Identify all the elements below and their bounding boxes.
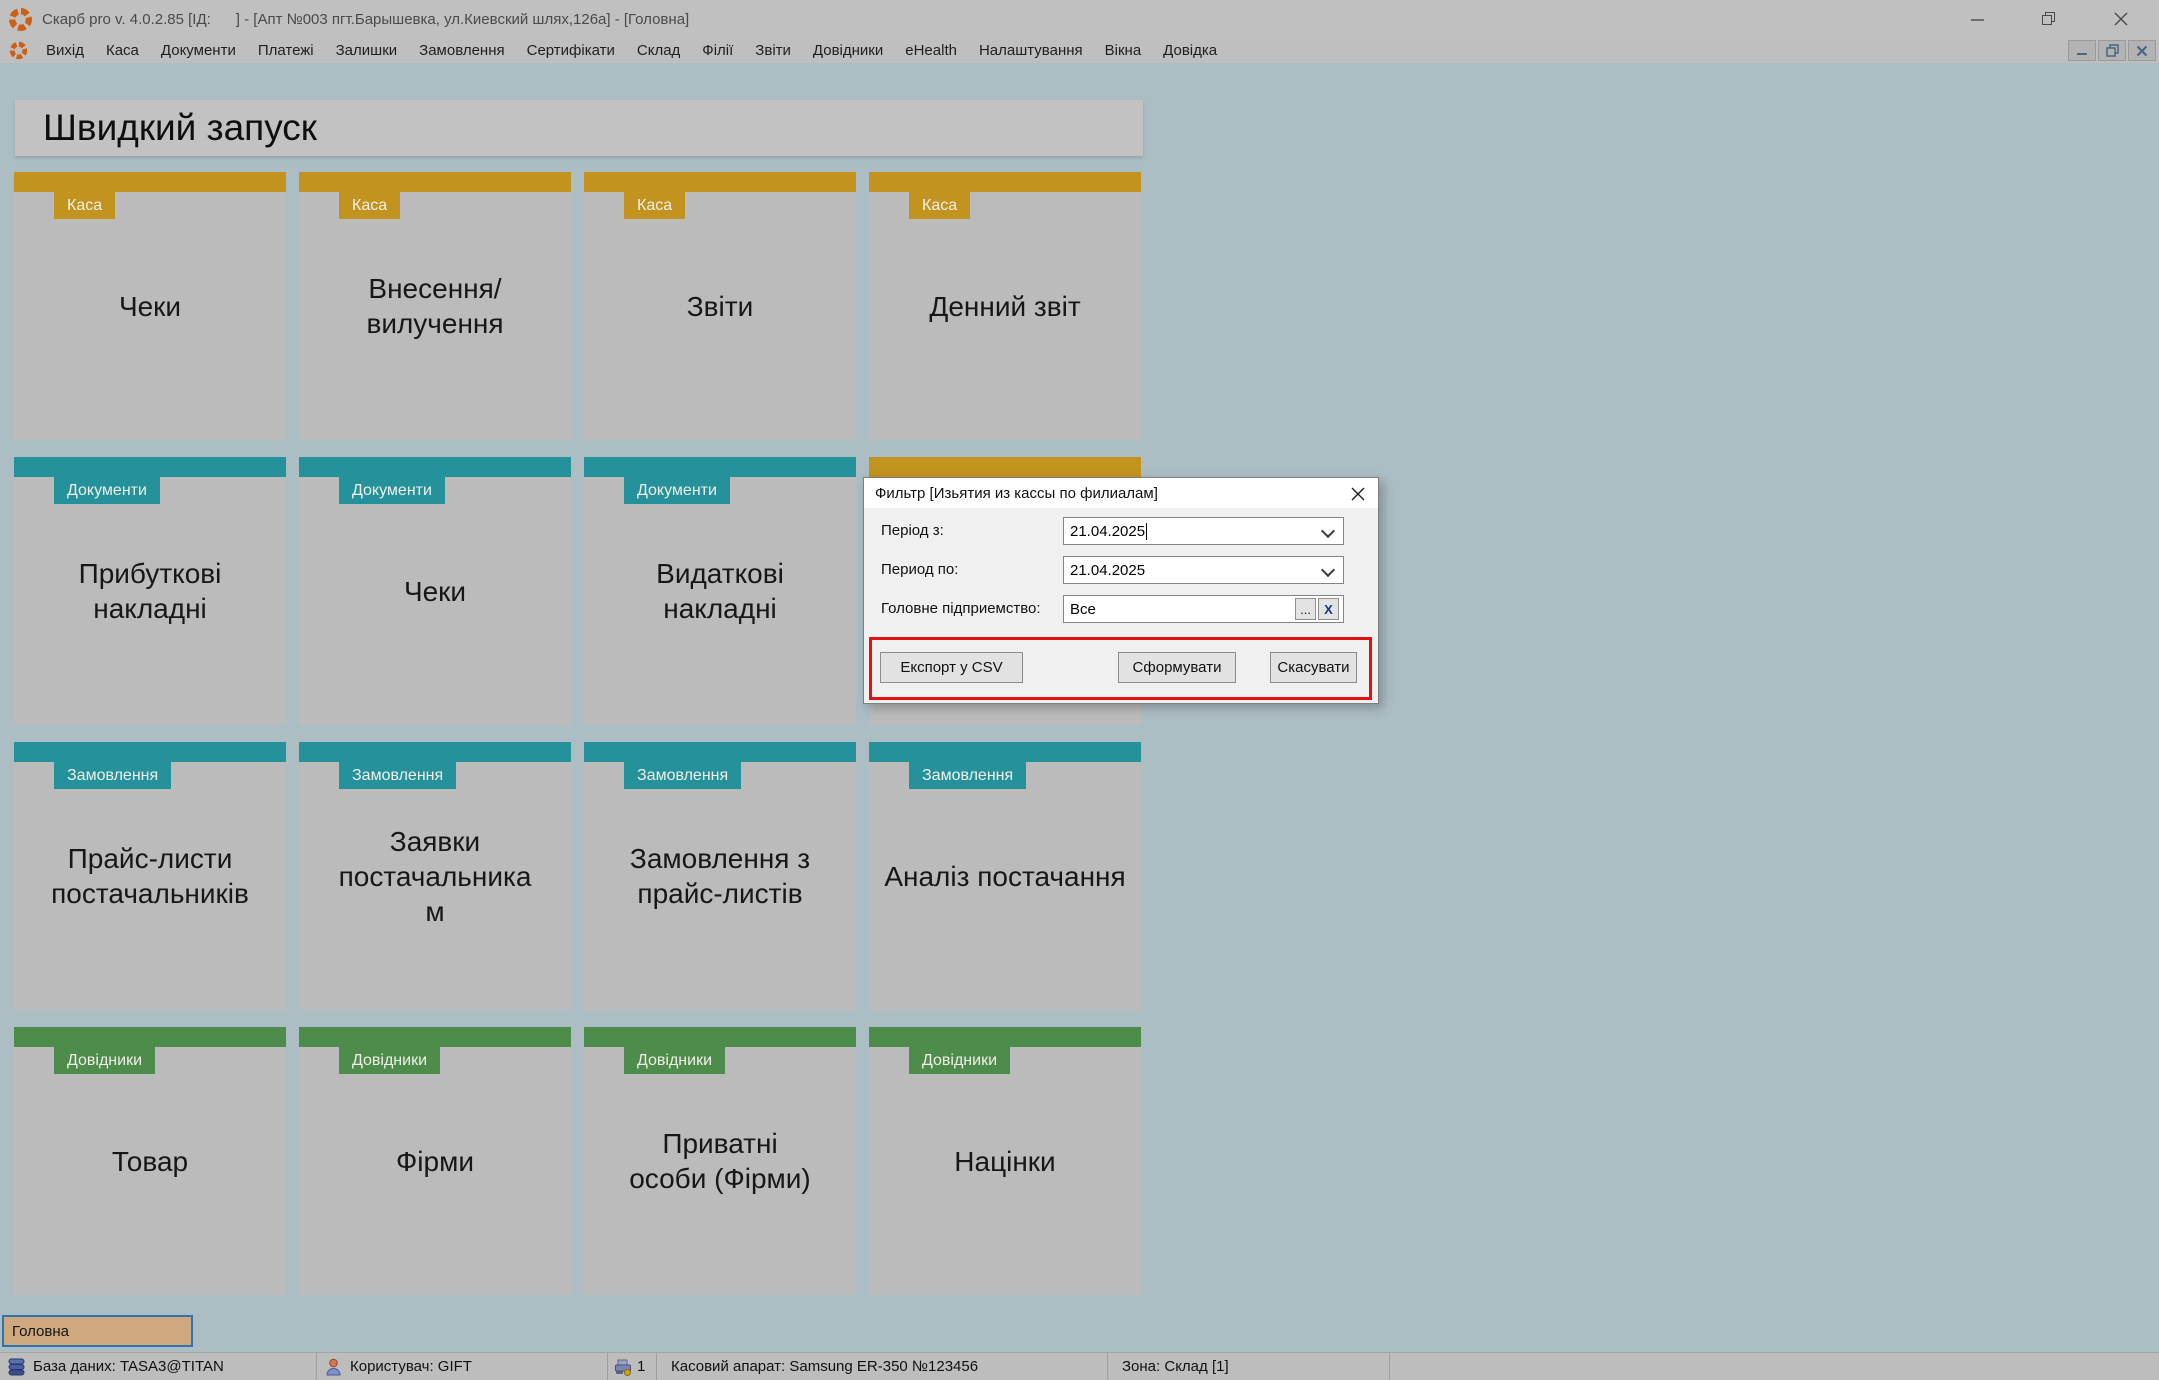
app-logo-icon (8, 7, 33, 32)
tile-label: Чеки (299, 457, 571, 725)
menu-item-branches[interactable]: Філії (691, 40, 744, 61)
menu-item-references[interactable]: Довідники (802, 40, 894, 61)
status-user: Користувач: GIFT (317, 1353, 608, 1380)
tile-zayavky-postachalnykam[interactable]: Замовлення Заявки постачальникам (299, 742, 571, 1010)
tile-label: Замовлення з прайс-листів (584, 742, 856, 1010)
dialog-title-bar[interactable]: Фильтр [Изьятия из кассы по филиалам] (864, 478, 1378, 508)
tab-label: Головна (12, 1323, 69, 1340)
cancel-button[interactable]: Скасувати (1270, 652, 1357, 683)
menu-item-stock-balance[interactable]: Залишки (325, 40, 409, 61)
tab-golovna[interactable]: Головна (2, 1315, 193, 1347)
menu-item-help[interactable]: Довідка (1152, 40, 1228, 61)
menu-item-certificates[interactable]: Сертифікати (516, 40, 626, 61)
status-zone: Зона: Склад [1] (1108, 1353, 1390, 1380)
menu-bar: Вихід Каса Документи Платежі Залишки Зам… (0, 38, 2159, 63)
tile-label: Видаткові накладні (584, 457, 856, 725)
database-text: База даних: TASA3@TITAN (33, 1358, 224, 1375)
menu-item-warehouse[interactable]: Склад (626, 40, 691, 61)
menu-item-payments[interactable]: Платежі (247, 40, 325, 61)
window-title: Скарб pro v. 4.0.2.85 [ІД: ] - [Апт №003… (42, 11, 689, 28)
browse-button[interactable]: ... (1295, 598, 1316, 620)
tile-label: Націнки (869, 1027, 1141, 1295)
status-database: База даних: TASA3@TITAN (0, 1353, 317, 1380)
quick-launch-header: Швидкий запуск (15, 100, 1143, 156)
tile-label: Внесення/вилучення (299, 172, 571, 440)
user-text: Користувач: GIFT (350, 1358, 472, 1375)
tile-cheki-documents[interactable]: Документи Чеки (299, 457, 571, 725)
period-from-value: 21.04.2025 (1070, 523, 1145, 540)
title-bar: Скарб pro v. 4.0.2.85 [ІД: ] - [Апт №003… (0, 0, 2159, 38)
text-cursor (1146, 523, 1147, 540)
mdi-restore-icon[interactable] (2098, 40, 2126, 61)
tile-price-lists-suppliers[interactable]: Замовлення Прайс-листи постачальників (14, 742, 286, 1010)
tile-label: Денний звіт (869, 172, 1141, 440)
cash-register-icon (614, 1358, 632, 1376)
main-enterprise-label: Головне підприемство: (881, 595, 1041, 623)
chevron-down-icon[interactable] (1321, 563, 1335, 577)
minimize-icon[interactable] (1969, 11, 1985, 27)
tile-label: Прибуткові накладні (14, 457, 286, 725)
chevron-down-icon[interactable] (1321, 524, 1335, 538)
mdi-close-icon[interactable] (2128, 40, 2156, 61)
status-cash-register: Касовий апарат: Samsung ER-350 №123456 (657, 1353, 1108, 1380)
period-from-label: Період з: (881, 517, 944, 545)
status-bar: База даних: TASA3@TITAN Користувач: GIFT… (0, 1352, 2159, 1380)
register-count: 1 (637, 1358, 645, 1375)
tile-label: Фірми (299, 1027, 571, 1295)
status-filler (1390, 1353, 2159, 1380)
menu-item-kasa[interactable]: Каса (95, 40, 150, 61)
tile-prybutkovi-nakladni[interactable]: Документи Прибуткові накладні (14, 457, 286, 725)
mdi-window-controls (2068, 40, 2156, 61)
period-to-label: Период по: (881, 556, 958, 584)
menu-item-ehealth[interactable]: eHealth (894, 40, 968, 61)
tile-label: Аналіз постачання (869, 742, 1141, 1010)
page-title: Швидкий запуск (43, 107, 317, 149)
generate-button[interactable]: Сформувати (1118, 652, 1236, 683)
menu-item-windows[interactable]: Вікна (1094, 40, 1153, 61)
tile-vydatkovi-nakladni[interactable]: Документи Видаткові накладні (584, 457, 856, 725)
zone-text: Зона: Склад [1] (1122, 1358, 1229, 1375)
tile-dennyi-zvit[interactable]: Каса Денний звіт (869, 172, 1141, 440)
cash-register-text: Касовий апарат: Samsung ER-350 №123456 (671, 1358, 978, 1375)
tile-vnesennya-vyluchennya[interactable]: Каса Внесення/вилучення (299, 172, 571, 440)
export-csv-button[interactable]: Експорт у CSV (880, 652, 1023, 683)
main-enterprise-input[interactable]: Все ... X (1063, 595, 1344, 623)
tile-zamovlennya-z-price-lists[interactable]: Замовлення Замовлення з прайс-листів (584, 742, 856, 1010)
main-enterprise-value: Все (1070, 601, 1096, 618)
restore-icon[interactable] (2041, 11, 2057, 27)
window-controls (1969, 11, 2129, 27)
tile-cheki-kasa[interactable]: Каса Чеки (14, 172, 286, 440)
tile-label: Звіти (584, 172, 856, 440)
quick-launch-grid: Каса Чеки Каса Внесення/вилучення Каса З… (14, 172, 1141, 1295)
user-icon (325, 1358, 342, 1376)
tile-label: Товар (14, 1027, 286, 1295)
period-to-input[interactable]: 21.04.2025 (1063, 556, 1344, 584)
menu-item-orders[interactable]: Замовлення (408, 40, 515, 61)
tile-label: Приватні особи (Фірми) (584, 1027, 856, 1295)
tile-label: Прайс-листи постачальників (14, 742, 286, 1010)
tile-analiz-postachannya[interactable]: Замовлення Аналіз постачання (869, 742, 1141, 1010)
menu-item-reports[interactable]: Звіти (744, 40, 802, 61)
dialog-title: Фильтр [Изьятия из кассы по филиалам] (875, 485, 1158, 502)
menu-item-settings[interactable]: Налаштування (968, 40, 1094, 61)
app-logo-small-icon (9, 41, 28, 60)
database-icon (8, 1358, 25, 1376)
dialog-close-icon[interactable] (1349, 485, 1366, 502)
status-register-count: 1 (608, 1353, 657, 1380)
menu-item-exit[interactable]: Вихід (35, 40, 95, 61)
mdi-minimize-icon[interactable] (2068, 40, 2096, 61)
filter-dialog: Фильтр [Изьятия из кассы по филиалам] Пе… (863, 477, 1379, 704)
period-from-input[interactable]: 21.04.2025 (1063, 517, 1344, 545)
period-to-value: 21.04.2025 (1070, 562, 1145, 579)
close-icon[interactable] (2113, 11, 2129, 27)
tile-nacinky[interactable]: Довідники Націнки (869, 1027, 1141, 1295)
tile-tovar[interactable]: Довідники Товар (14, 1027, 286, 1295)
tile-zvity-kasa[interactable]: Каса Звіти (584, 172, 856, 440)
clear-button[interactable]: X (1318, 598, 1339, 620)
menu-item-documents[interactable]: Документи (150, 40, 247, 61)
tile-firmy[interactable]: Довідники Фірми (299, 1027, 571, 1295)
tile-label: Чеки (14, 172, 286, 440)
tile-pryvatni-osoby[interactable]: Довідники Приватні особи (Фірми) (584, 1027, 856, 1295)
tile-label: Заявки постачальникам (299, 742, 571, 1010)
